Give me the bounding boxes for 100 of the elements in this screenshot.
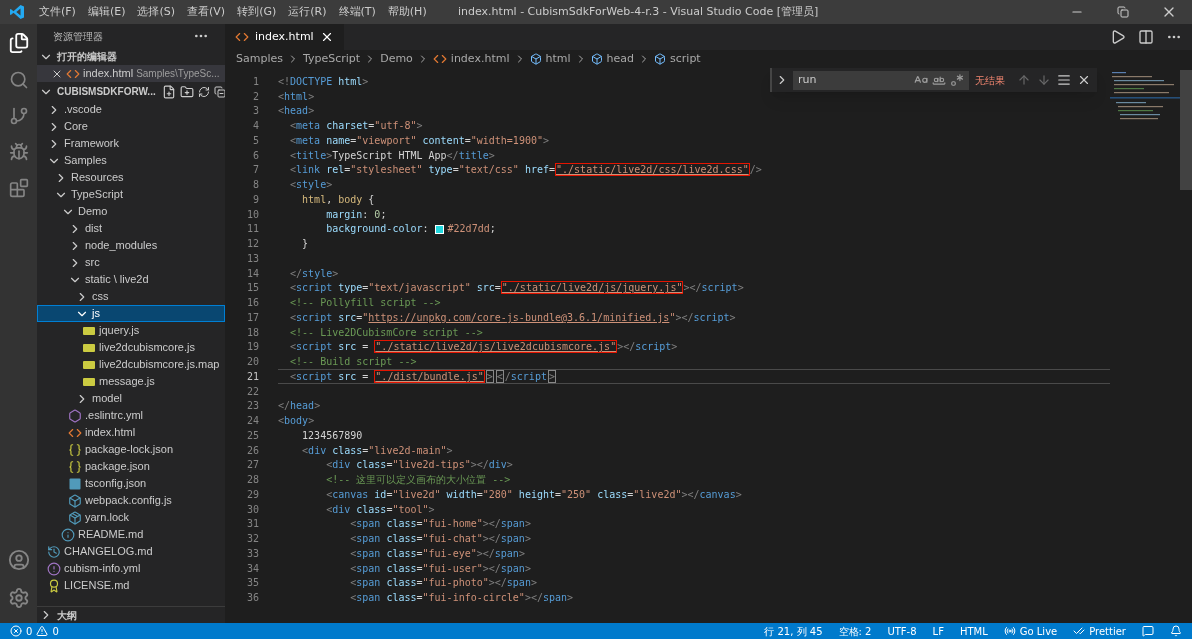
breadcrumb-item[interactable]: index.html (450, 50, 510, 68)
folder-item[interactable]: js (37, 305, 225, 322)
file-item[interactable]: README.md (37, 526, 225, 543)
folder-item[interactable]: css (37, 288, 225, 305)
code-line: <!-- Pollyfill script --> (289, 296, 441, 311)
status-item[interactable]: 空格: 2 (838, 623, 872, 639)
breadcrumb-item[interactable]: Demo (380, 50, 413, 68)
folder-item[interactable]: Framework (37, 135, 225, 152)
line-number: 20 (245, 355, 259, 370)
code-line: <canvas id="live2d" width="280" height="250" class="live2d"></canvas> (325, 487, 742, 502)
code-line: <html> (278, 89, 315, 104)
status-item[interactable]: LF (932, 623, 944, 639)
line-number: 31 (245, 517, 259, 532)
file-item[interactable]: CHANGELOG.md (37, 543, 225, 560)
line-number: 13 (245, 251, 259, 266)
open-editor-item[interactable]: index.html Samples\TypeSc... (37, 65, 225, 82)
line-number: 18 (245, 325, 259, 340)
line-number: 34 (245, 561, 259, 576)
code-line: <span class="fui-user"></span> (349, 561, 531, 576)
code-line: </style> (289, 266, 339, 281)
code-line: <div class="tool"> (325, 502, 435, 517)
folder-item[interactable]: Core (37, 118, 225, 135)
file-item[interactable]: live2dcubismcore.js.map (37, 356, 225, 373)
menu-item[interactable]: 终端(T) (332, 3, 382, 21)
line-number: 25 (245, 428, 259, 443)
editor-tab[interactable]: index.html (225, 24, 344, 50)
folder-item[interactable]: TypeScript (37, 186, 225, 203)
file-item[interactable]: webpack.config.js (37, 492, 225, 509)
line-number: 35 (245, 576, 259, 591)
breadcrumb-item[interactable]: Samples (236, 50, 283, 68)
code-line: <script src="https://unpkg.com/core-js-bundle@3.6.1/minified.js"></script> (289, 310, 736, 325)
file-item[interactable]: .eslintrc.yml (37, 407, 225, 424)
line-number: 19 (245, 340, 259, 355)
file-item[interactable]: package-lock.json (37, 441, 225, 458)
code-line: <meta charset="utf-8"> (289, 119, 423, 134)
find-result: 无结果 (975, 73, 1005, 88)
file-item[interactable]: package.json (37, 458, 225, 475)
status-item[interactable]: UTF-8 (887, 623, 917, 639)
code-line: <script type="text/javascript" src="./static/live2d/js/jquery.js"></script> (289, 280, 744, 296)
folder-item[interactable]: Samples (37, 152, 225, 169)
code-line: <!-- Live2DCubismCore script --> (289, 325, 483, 340)
breadcrumb-item[interactable]: head (606, 50, 635, 68)
status-item[interactable]: Prettier (1073, 623, 1126, 639)
line-number: 36 (245, 591, 259, 606)
line-number: 10 (245, 207, 259, 222)
menu-item[interactable]: 选择(S) (131, 3, 182, 21)
folder-item[interactable]: src (37, 254, 225, 271)
file-item[interactable]: yarn.lock (37, 509, 225, 526)
folder-item[interactable]: .vscode (37, 101, 225, 118)
line-number: 4 (251, 119, 259, 134)
code-line: <link rel="stylesheet" type="text/css" href="./static/live2d/css/live2d.css"/> (289, 162, 762, 178)
code-line: 1234567890 (301, 428, 363, 443)
menu-item[interactable]: 转到(G) (231, 3, 283, 21)
menu-item[interactable]: 文件(F) (33, 3, 82, 21)
file-item[interactable]: cubism-info.yml (37, 560, 225, 577)
status-item[interactable]: Go Live (1003, 623, 1058, 639)
folder-item[interactable]: Demo (37, 203, 225, 220)
file-item[interactable]: LICENSE.md (37, 577, 225, 594)
problems-indicator[interactable]: 0 0 (10, 623, 59, 639)
line-number: 29 (245, 487, 259, 502)
code-line: html, body { (301, 192, 375, 207)
menu-item[interactable]: 帮助(H) (381, 3, 433, 21)
folder-item[interactable]: Resources (37, 169, 225, 186)
menu-item[interactable]: 查看(V) (181, 3, 232, 21)
code-line: <style> (289, 178, 333, 193)
line-number: 23 (245, 399, 259, 414)
line-number: 33 (245, 546, 259, 561)
code-line: <meta name="viewport" content="width=1900"> (289, 133, 549, 148)
folder-item[interactable]: model (37, 390, 225, 407)
breadcrumb-item[interactable]: html (545, 50, 571, 68)
menu-item[interactable]: 编辑(E) (81, 3, 132, 21)
line-number: 22 (245, 384, 259, 399)
breadcrumb-item[interactable]: TypeScript (303, 50, 361, 68)
line-number: 3 (251, 104, 259, 119)
find-input[interactable]: run (793, 70, 969, 90)
section-header[interactable]: CUBISMSDKFORW... (37, 82, 225, 101)
file-item[interactable]: jquery.js (37, 322, 225, 339)
line-number: 14 (245, 266, 259, 281)
section-header[interactable]: 打开的编辑器 (37, 48, 225, 65)
file-item[interactable]: message.js (37, 373, 225, 390)
code-line: <!DOCTYPE html> (278, 74, 369, 89)
menu-item[interactable]: 运行(R) (282, 3, 333, 21)
file-item[interactable]: live2dcubismcore.js (37, 339, 225, 356)
line-number: 16 (245, 296, 259, 311)
code-line: <!-- Build script --> (289, 355, 417, 370)
status-item[interactable]: 行 21, 列 45 (764, 623, 823, 639)
code-line: <span class="fui-photo"></span> (349, 576, 537, 591)
code-line: <script src = "./dist/bundle.js" > < /script > (289, 368, 557, 384)
file-item[interactable]: tsconfig.json (37, 475, 225, 492)
code-line: <span class="fui-eye"></span> (349, 546, 525, 561)
folder-item[interactable]: static \ live2d (37, 271, 225, 288)
folder-item[interactable]: node_modules (37, 237, 225, 254)
file-item[interactable]: index.html (37, 424, 225, 441)
line-number: 24 (245, 414, 259, 429)
breadcrumb-item[interactable]: script (670, 50, 701, 68)
code-line: <div class="live2d-main"> (301, 443, 453, 458)
status-item[interactable]: HTML (959, 623, 988, 639)
folder-item[interactable]: dist (37, 220, 225, 237)
line-number: 5 (251, 133, 259, 148)
sidebar-title: 资源管理器 (53, 29, 103, 44)
